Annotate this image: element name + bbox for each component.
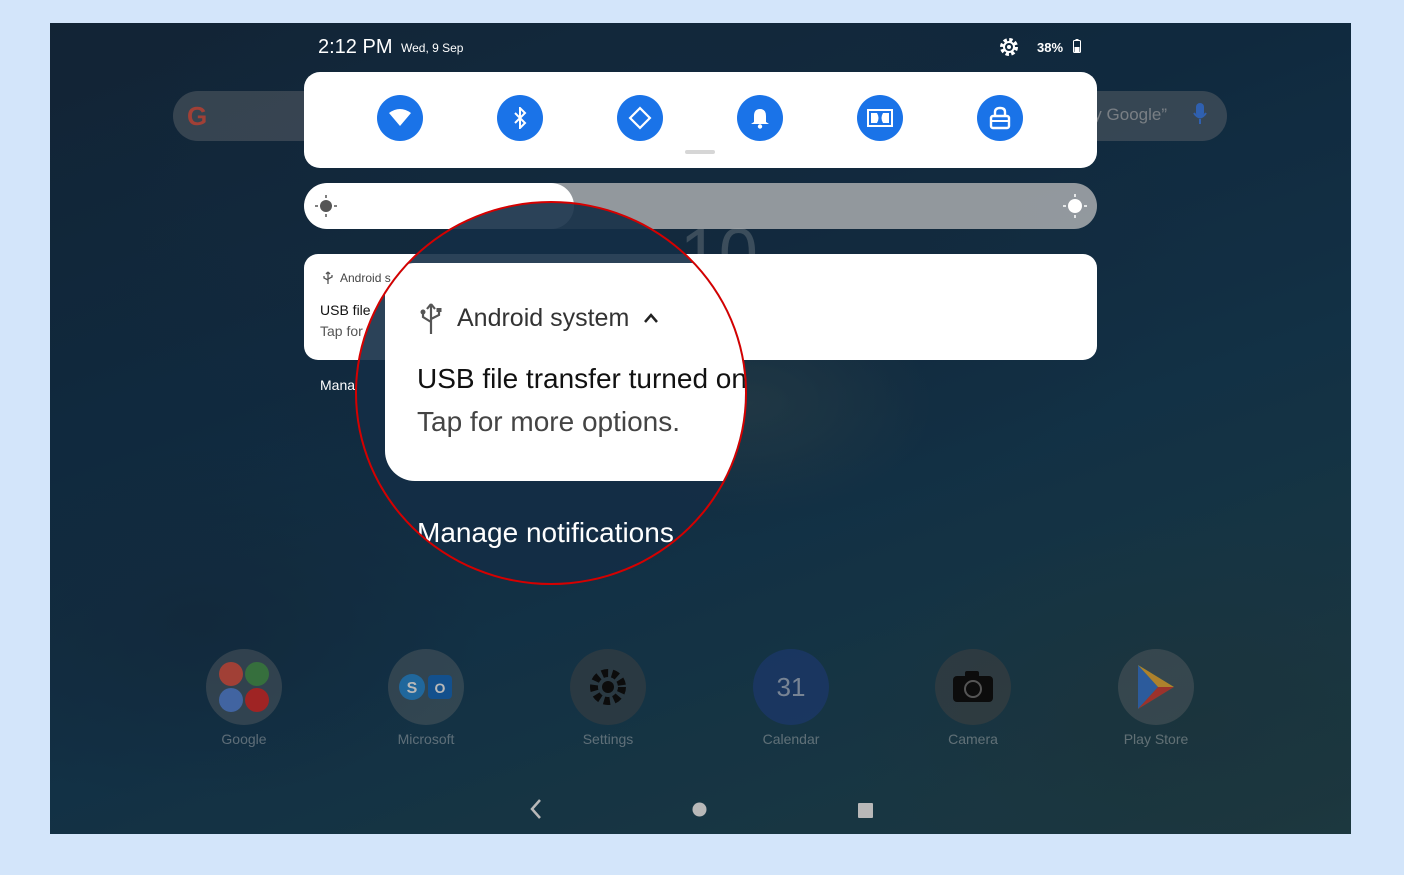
magnified-notification: Android system USB file transfer turned … bbox=[385, 263, 747, 481]
status-date: Wed, 9 Sep bbox=[401, 41, 464, 55]
magnifier-callout: Android system USB file transfer turned … bbox=[355, 201, 747, 585]
dolby-toggle[interactable] bbox=[857, 95, 903, 141]
brightness-low-icon bbox=[315, 195, 337, 217]
notification-title: USB file bbox=[320, 302, 371, 318]
notification-text: Tap for bbox=[320, 323, 363, 339]
bluetooth-toggle[interactable] bbox=[497, 95, 543, 141]
quick-settings-panel bbox=[304, 72, 1097, 168]
magnified-header: Android system bbox=[419, 301, 659, 335]
brightness-high-icon bbox=[1063, 194, 1087, 218]
status-bar: 2:12 PM Wed, 9 Sep 38% bbox=[50, 23, 1351, 71]
chevron-up-icon bbox=[644, 313, 659, 323]
usb-icon bbox=[420, 303, 442, 334]
battery-percent: 38% bbox=[1037, 40, 1064, 55]
manage-notifications-link[interactable]: Mana bbox=[320, 377, 355, 393]
lock-toggle[interactable] bbox=[977, 95, 1023, 141]
notifications-bell-icon bbox=[751, 109, 769, 129]
magnified-app-name: Android system bbox=[457, 303, 630, 332]
magnified-title: USB file transfer turned on bbox=[417, 363, 747, 394]
auto-rotate-icon bbox=[628, 106, 652, 130]
status-time: 2:12 PM bbox=[318, 36, 393, 58]
battery-icon bbox=[1073, 39, 1081, 58]
dolby-icon bbox=[867, 109, 893, 127]
brightness-slider[interactable] bbox=[304, 183, 1097, 229]
auto-rotate-toggle[interactable] bbox=[617, 95, 663, 141]
wifi-toggle[interactable] bbox=[377, 95, 423, 141]
wifi-icon bbox=[389, 109, 411, 126]
bluetooth-icon bbox=[514, 107, 527, 129]
notification-app-name: Android s bbox=[340, 271, 391, 285]
settings-icon[interactable] bbox=[998, 36, 1020, 63]
notification-header: Android s bbox=[322, 271, 391, 285]
sound-toggle[interactable] bbox=[737, 95, 783, 141]
usb-icon bbox=[323, 271, 333, 284]
lock-icon bbox=[989, 106, 1011, 130]
magnified-manage-notifications: Manage notifications bbox=[417, 517, 674, 548]
tablet-screen: G y Google” 10 Google SO Microsoft Setti… bbox=[50, 23, 1351, 834]
magnified-text: Tap for more options. bbox=[417, 406, 681, 437]
qs-expand-handle[interactable] bbox=[685, 150, 715, 154]
